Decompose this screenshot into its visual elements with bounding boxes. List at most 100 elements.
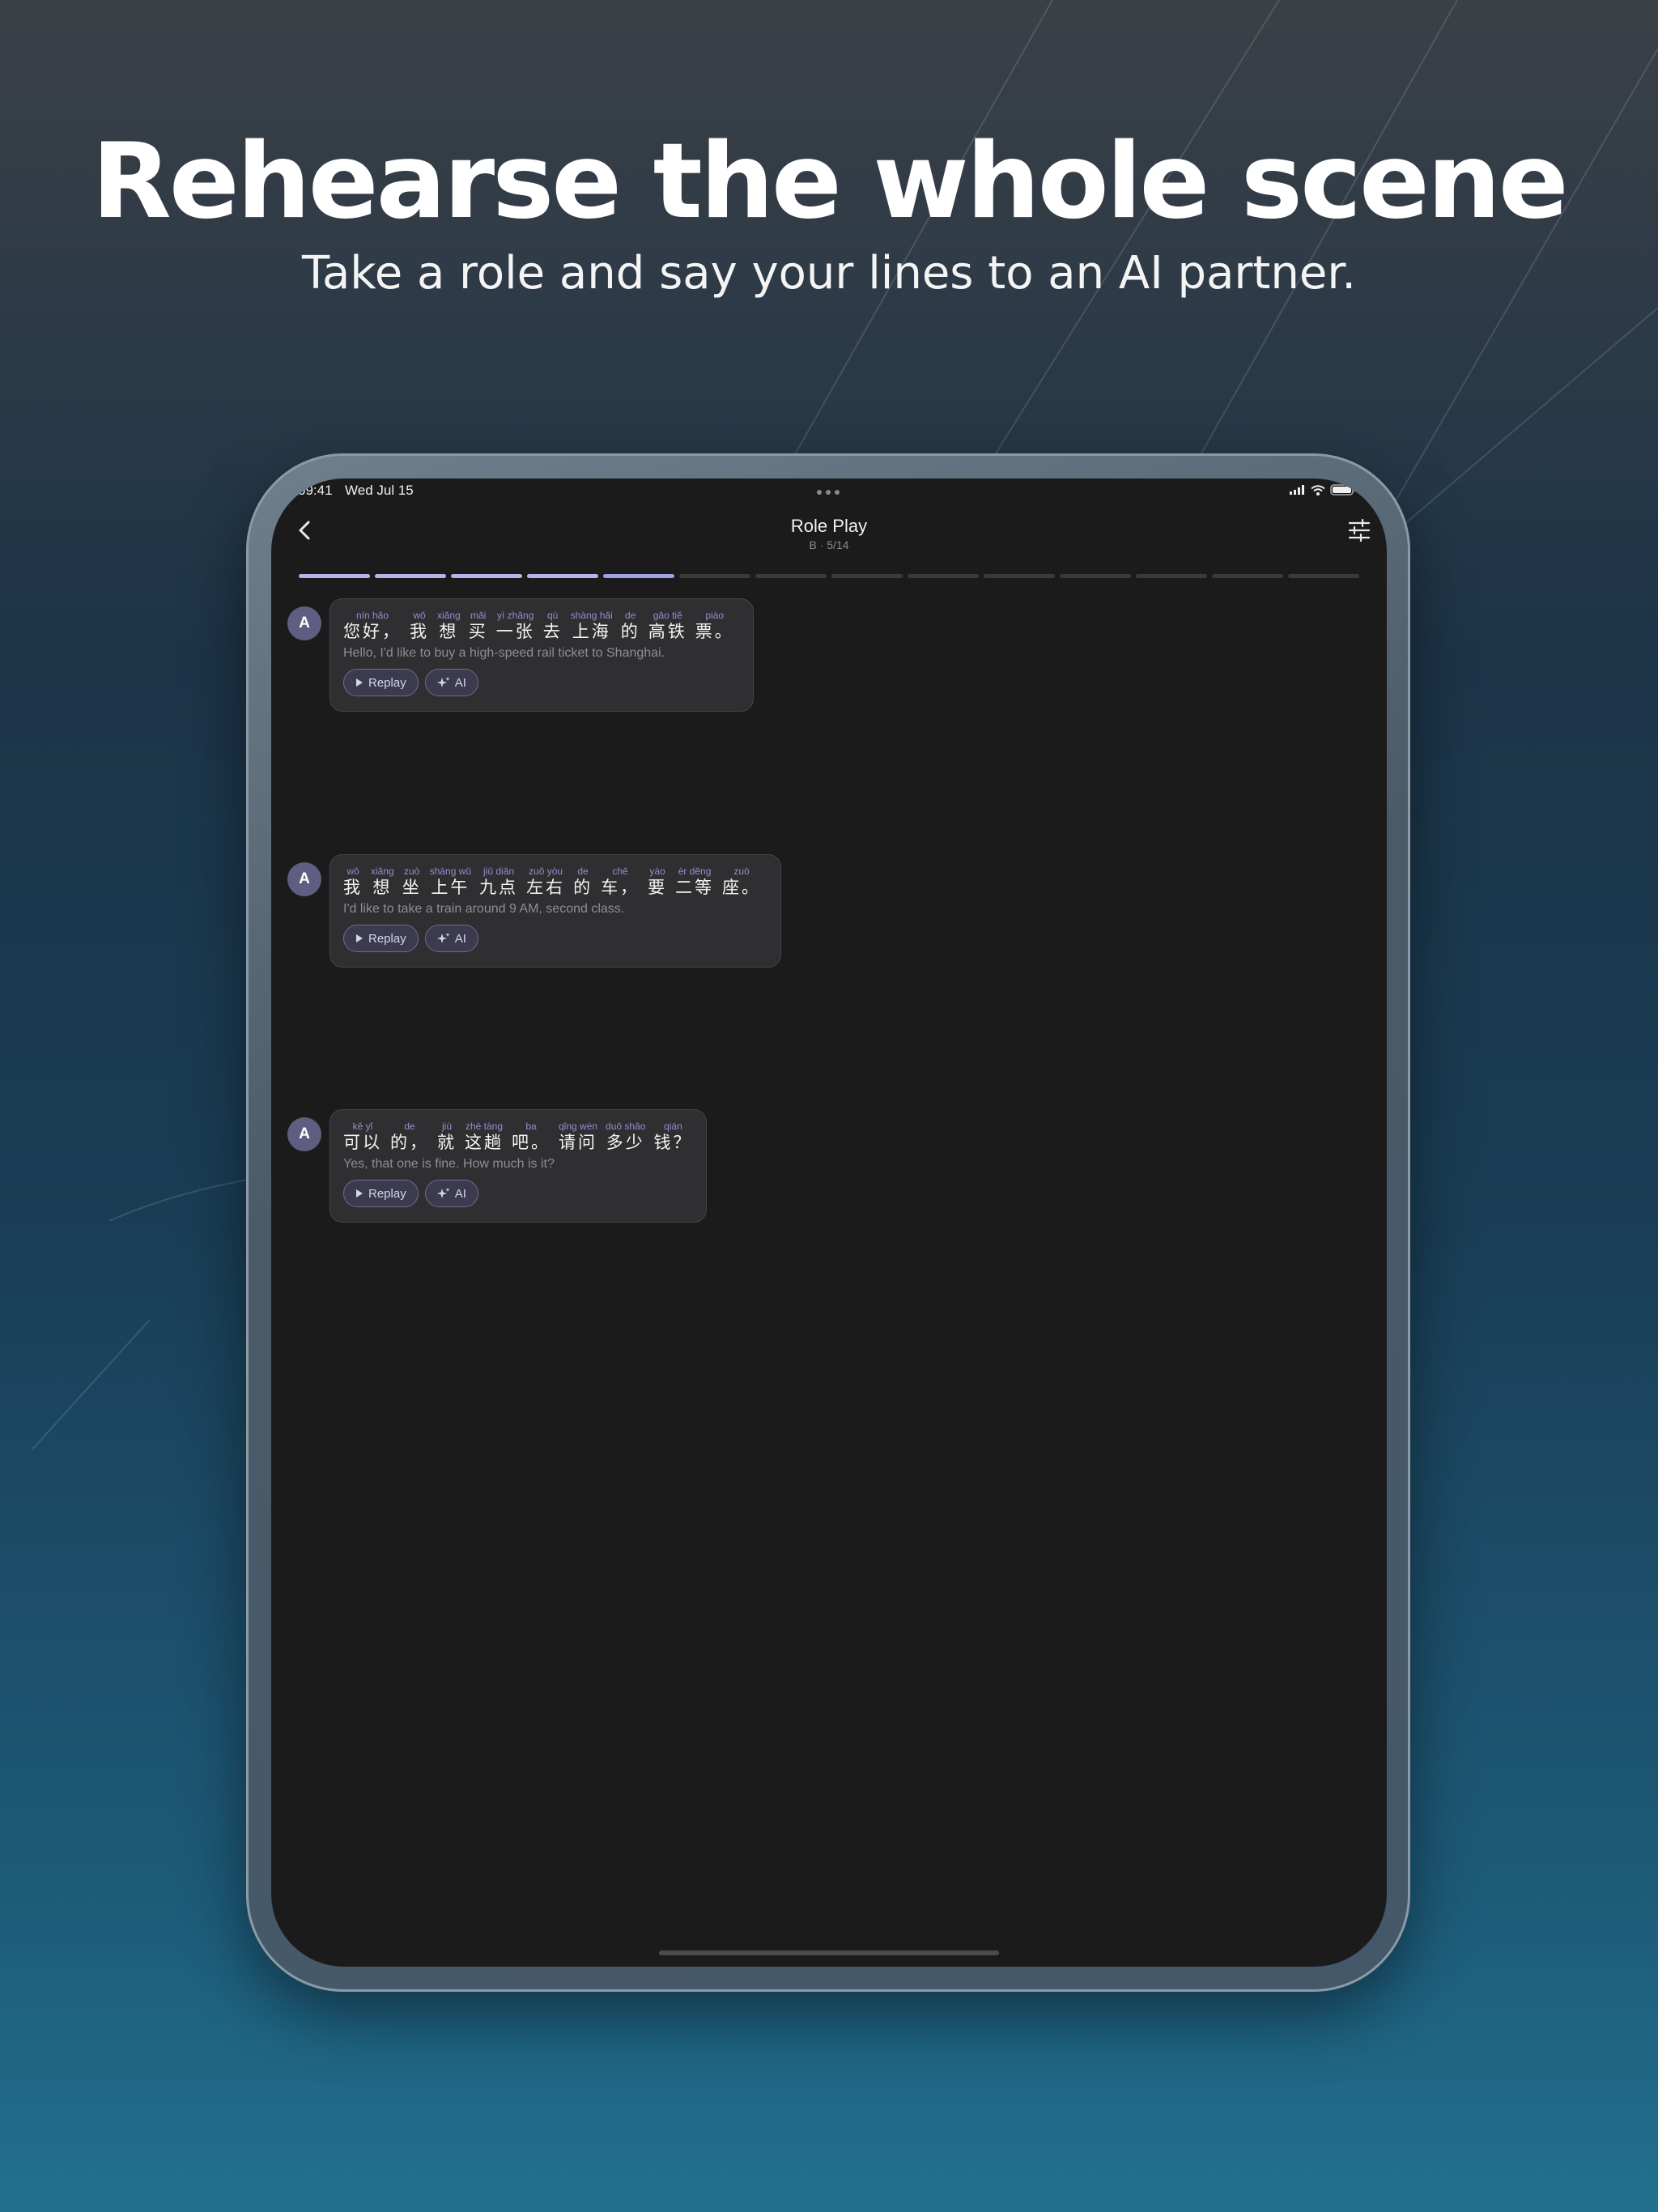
pinyin: yì zhāng <box>497 610 534 621</box>
sliders-icon[interactable] <box>1345 516 1374 545</box>
pinyin: piào <box>705 610 725 621</box>
pinyin: de <box>625 610 636 621</box>
word-token[interactable]: chē 车， <box>601 865 640 900</box>
ai-button[interactable]: AI <box>424 1180 478 1207</box>
english-translation: Yes, that one is fine. How much is it? <box>343 1157 555 1171</box>
nav-bar: Role Play B · 5/14 <box>271 511 1387 551</box>
word-token[interactable]: yào 要 <box>648 865 667 900</box>
message-actions: Replay AI <box>343 669 478 696</box>
sparkle-icon <box>436 1187 450 1200</box>
pinyin: shàng wǔ <box>429 866 472 877</box>
replay-button[interactable]: Replay <box>343 669 419 696</box>
speaker-avatar: A <box>287 862 321 896</box>
word-token[interactable]: wǒ 我 <box>410 609 429 644</box>
word-token[interactable]: de 的 <box>621 609 640 644</box>
page-title: Role Play <box>790 516 868 536</box>
hanzi: 多少 <box>606 1134 645 1152</box>
word-token[interactable]: qù 去 <box>543 609 563 644</box>
ai-button-label: AI <box>454 931 466 946</box>
word-token[interactable]: zhè tàng 这趟 <box>465 1120 504 1155</box>
word-token[interactable]: shàng wǔ 上午 <box>430 865 471 900</box>
progress-segment <box>1060 574 1131 578</box>
pinyin: zuò <box>733 866 750 877</box>
pinyin: qù <box>547 610 559 621</box>
hanzi: 我 <box>410 623 429 641</box>
word-token[interactable]: de 的 <box>573 865 593 900</box>
pinyin: kě yǐ <box>352 1121 373 1132</box>
progress-segment <box>451 574 522 578</box>
english-translation: I'd like to take a train around 9 AM, se… <box>343 902 625 916</box>
word-token[interactable]: zuǒ yòu 左右 <box>526 865 565 900</box>
progress-segment <box>1288 574 1359 578</box>
hanzi: 上海 <box>572 623 611 641</box>
english-translation: Hello, I'd like to buy a high-speed rail… <box>343 646 665 660</box>
replay-button[interactable]: Replay <box>343 1180 419 1207</box>
pinyin: zuò <box>404 866 420 877</box>
ai-button-label: AI <box>454 675 466 690</box>
message-actions: Replay AI <box>343 1180 478 1207</box>
hanzi: 的 <box>573 878 593 897</box>
ai-button[interactable]: AI <box>424 925 478 952</box>
pinyin: yào <box>649 866 665 877</box>
word-token[interactable]: shàng hǎi 上海 <box>571 609 613 644</box>
replay-button[interactable]: Replay <box>343 925 419 952</box>
pinyin: mǎi <box>470 610 487 621</box>
word-token[interactable]: zuò 座。 <box>722 865 761 900</box>
word-token[interactable]: jiù 就 <box>437 1120 457 1155</box>
multitasking-dots-icon[interactable] <box>817 490 840 495</box>
word-token[interactable]: jiǔ diǎn 九点 <box>479 865 518 900</box>
pinyin: zhè tàng <box>465 1121 504 1132</box>
pinyin: ba <box>525 1121 537 1132</box>
word-token[interactable]: ba 吧。 <box>512 1120 551 1155</box>
word-token[interactable]: wǒ 我 <box>343 865 363 900</box>
word-token[interactable]: xiǎng 想 <box>437 609 461 644</box>
hanzi: 的 <box>620 623 640 641</box>
word-token[interactable]: qǐng wèn 请问 <box>559 1120 597 1155</box>
hanzi: 要 <box>648 878 668 897</box>
hanzi: 去 <box>542 623 563 641</box>
progress-segment <box>375 574 446 578</box>
word-token[interactable]: kě yǐ 可以 <box>343 1120 382 1155</box>
hanzi: 这趟 <box>465 1134 504 1152</box>
word-token[interactable]: mǎi 买 <box>469 609 488 644</box>
hanzi: 座。 <box>722 878 762 897</box>
word-token[interactable]: de 的， <box>390 1120 429 1155</box>
progress-segment <box>755 574 827 578</box>
ai-button[interactable]: AI <box>424 669 478 696</box>
speaker-avatar: A <box>287 1117 321 1151</box>
word-token[interactable]: gāo tiě 高铁 <box>648 609 687 644</box>
hanzi: 吧。 <box>512 1134 551 1152</box>
hanzi: 坐 <box>402 878 422 897</box>
word-token[interactable]: qián 钱？ <box>653 1120 692 1155</box>
status-time: 09:41 <box>298 483 333 498</box>
status-bar: 09:41 Wed Jul 15 <box>271 479 1387 503</box>
ai-button-label: AI <box>454 1186 466 1201</box>
wifi-icon <box>1311 484 1325 496</box>
word-token[interactable]: nín hǎo 您好， <box>343 609 402 644</box>
word-token[interactable]: duō shǎo 多少 <box>606 1120 645 1155</box>
hanzi: 上午 <box>431 878 470 897</box>
hanzi: 就 <box>437 1134 457 1152</box>
pinyin: xiǎng <box>371 866 394 877</box>
hanzi: 您好， <box>343 623 402 641</box>
word-token[interactable]: zuò 坐 <box>402 865 422 900</box>
pinyin: jiǔ diǎn <box>483 866 515 877</box>
word-token[interactable]: èr děng 二等 <box>675 865 714 900</box>
hero-title: Rehearse the whole scene <box>91 121 1568 242</box>
word-token[interactable]: piào 票。 <box>695 609 734 644</box>
progress-segment <box>679 574 750 578</box>
hanzi: 左右 <box>526 878 566 897</box>
home-indicator[interactable] <box>659 1950 999 1955</box>
pinyin: zuǒ yòu <box>529 866 563 877</box>
hanzi: 车， <box>601 878 640 897</box>
word-token[interactable]: yì zhāng 一张 <box>496 609 535 644</box>
hanzi: 想 <box>439 623 459 641</box>
hero-subtitle: Take a role and say your lines to an AI … <box>302 247 1356 300</box>
replay-button-label: Replay <box>368 1186 406 1201</box>
progress-segment <box>908 574 979 578</box>
message-bubble: nín hǎo 您好， wǒ 我 xiǎng 想 mǎi 买 yì zhāng 一张 qù 去 shàn… <box>329 598 754 712</box>
pinyin: duō shǎo <box>606 1121 646 1132</box>
word-token[interactable]: xiǎng 想 <box>371 865 394 900</box>
hanzi: 票。 <box>695 623 734 641</box>
progress-bar <box>299 574 1359 579</box>
